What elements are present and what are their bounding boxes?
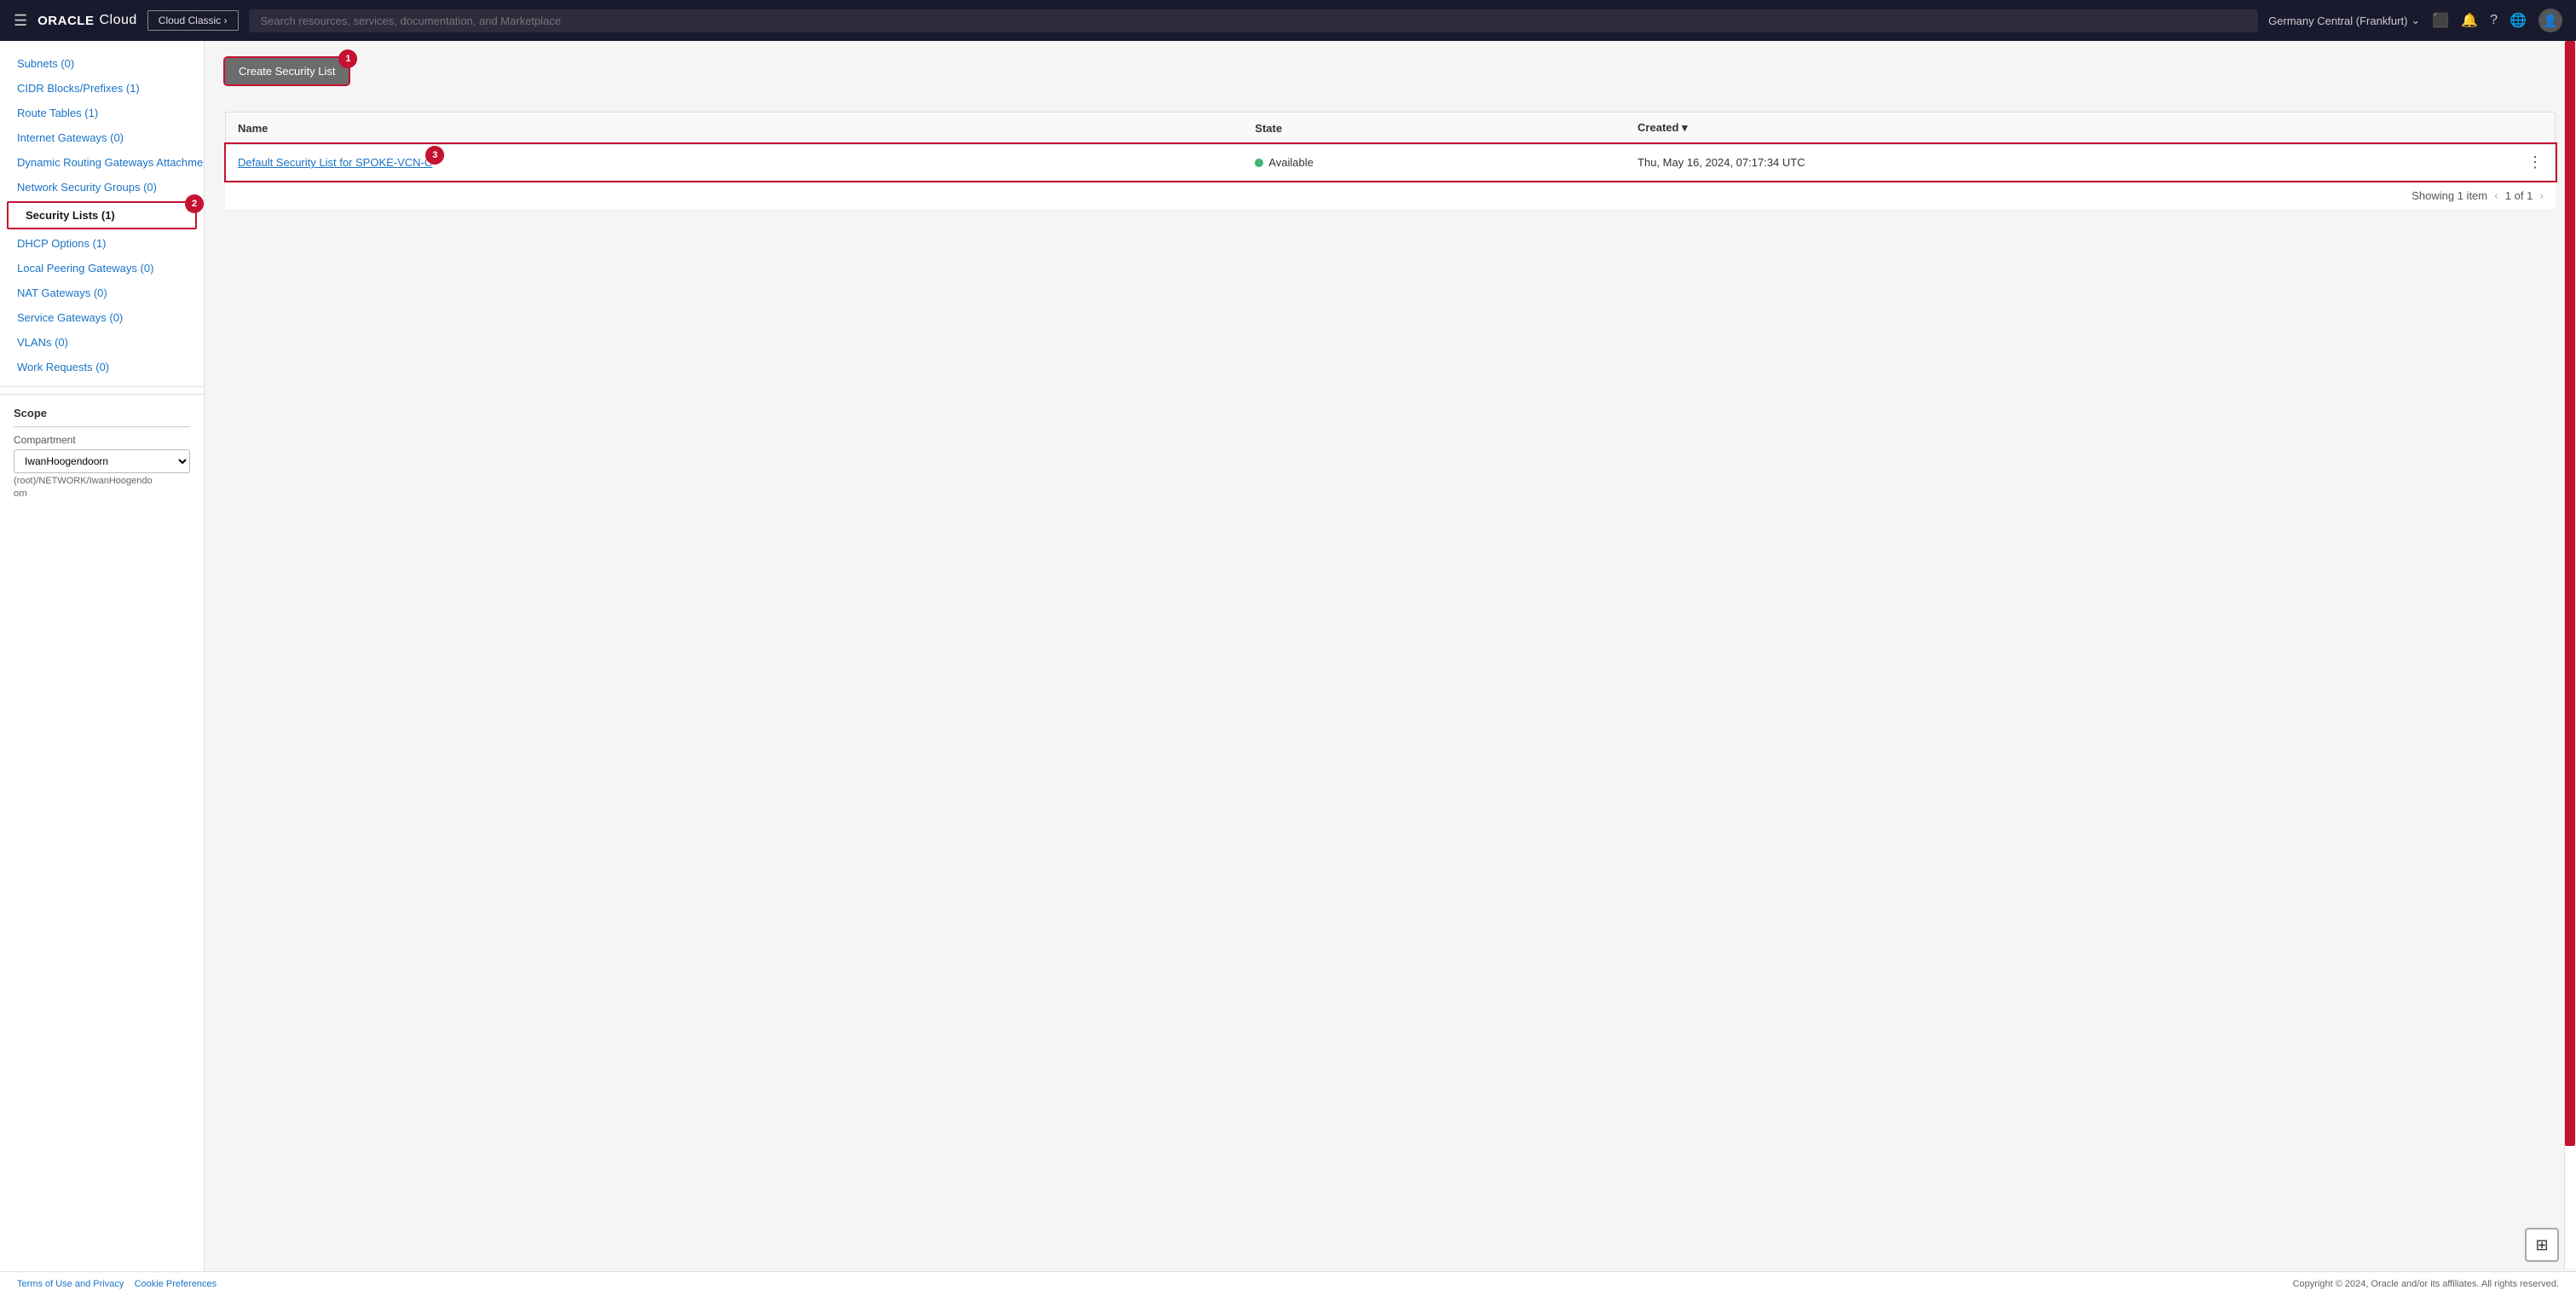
footer-left: Terms of Use and Privacy Cookie Preferen… bbox=[17, 1279, 217, 1289]
table-cell-menu: ⋮ bbox=[2515, 144, 2556, 181]
scope-title: Scope bbox=[14, 407, 190, 419]
name-column-label: Name bbox=[238, 122, 268, 135]
table-cell-created: Thu, May 16, 2024, 07:17:34 UTC bbox=[1626, 144, 2515, 181]
scrollbar-thumb bbox=[2565, 41, 2575, 1146]
sidebar-item-internet-gateways[interactable]: Internet Gateways (0) bbox=[0, 125, 204, 150]
sidebar-item-drg-attachments[interactable]: Dynamic Routing Gateways Attachments (0) bbox=[0, 150, 204, 175]
pagination: Showing 1 item ‹ 1 of 1 › bbox=[225, 181, 2556, 209]
sidebar-item-dhcp-options[interactable]: DHCP Options (1) bbox=[0, 231, 204, 256]
column-header-name: Name bbox=[226, 113, 1244, 145]
compartment-hint: (root)/NETWORK/IwanHoogendo bbox=[14, 476, 190, 486]
sidebar-item-work-requests[interactable]: Work Requests (0) bbox=[0, 355, 204, 379]
sidebar-item-service-gateways[interactable]: Service Gateways (0) bbox=[0, 305, 204, 330]
scrollbar-track[interactable] bbox=[2564, 41, 2576, 1269]
compartment-hint2: orn bbox=[14, 489, 190, 499]
scope-section: Scope Compartment IwanHoogendoorn (root)… bbox=[0, 394, 204, 511]
scope-divider bbox=[14, 426, 190, 427]
column-header-created[interactable]: Created ▾ bbox=[1626, 113, 2515, 145]
terminal-icon[interactable]: ⬛ bbox=[2432, 12, 2449, 29]
pagination-prev-button[interactable]: ‹ bbox=[2494, 188, 2498, 202]
global-search-input[interactable] bbox=[249, 9, 2259, 32]
sort-icon: ▾ bbox=[1682, 121, 1688, 134]
security-lists-table: Name State Created ▾ bbox=[225, 112, 2556, 181]
sidebar-item-local-peering-gateways[interactable]: Local Peering Gateways (0) bbox=[0, 256, 204, 281]
help-widget-icon: ⊞ bbox=[2535, 1236, 2548, 1254]
topnav: ☰ ORACLE Cloud Cloud Classic › Germany C… bbox=[0, 0, 2576, 41]
help-widget-button[interactable]: ⊞ bbox=[2525, 1228, 2559, 1262]
security-list-link[interactable]: Default Security List for SPOKE-VCN-C bbox=[238, 156, 432, 169]
sidebar-item-security-lists[interactable]: Security Lists (1) 2 bbox=[7, 201, 197, 229]
sidebar-item-security-lists-wrapper: Security Lists (1) 2 bbox=[3, 201, 200, 229]
create-security-list-button[interactable]: Create Security List bbox=[225, 58, 349, 84]
cloud-classic-button[interactable]: Cloud Classic › bbox=[147, 10, 239, 31]
pagination-next-button[interactable]: › bbox=[2539, 188, 2544, 202]
sidebar-item-vlans[interactable]: VLANs (0) bbox=[0, 330, 204, 355]
sidebar-security-lists-badge: 2 bbox=[185, 194, 204, 213]
created-column-label: Created bbox=[1637, 121, 1678, 134]
sidebar-item-security-lists-label: Security Lists (1) bbox=[26, 209, 115, 222]
create-button-wrapper: Create Security List 1 bbox=[225, 58, 349, 98]
table-header: Name State Created ▾ bbox=[226, 113, 2556, 145]
table-cell-state: Available bbox=[1243, 144, 1626, 181]
table-row: Default Security List for SPOKE-VCN-C 3 … bbox=[226, 144, 2556, 181]
compartment-select[interactable]: IwanHoogendoorn bbox=[14, 449, 190, 473]
footer: Terms of Use and Privacy Cookie Preferen… bbox=[0, 1271, 2576, 1296]
terms-link[interactable]: Terms of Use and Privacy bbox=[17, 1279, 124, 1289]
created-date: Thu, May 16, 2024, 07:17:34 UTC bbox=[1637, 156, 1805, 169]
state-column-label: State bbox=[1255, 122, 1282, 135]
main-content: Create Security List 1 Name State bbox=[205, 41, 2576, 1271]
create-button-badge: 1 bbox=[338, 49, 357, 68]
table-header-row: Name State Created ▾ bbox=[226, 113, 2556, 145]
sidebar-item-nat-gateways[interactable]: NAT Gateways (0) bbox=[0, 281, 204, 305]
sidebar-item-route-tables[interactable]: Route Tables (1) bbox=[0, 101, 204, 125]
compartment-label: Compartment bbox=[14, 434, 190, 446]
status-available: Available bbox=[1255, 156, 1614, 169]
sidebar-item-subnets[interactable]: Subnets (0) bbox=[0, 51, 204, 76]
security-lists-table-container: Name State Created ▾ bbox=[225, 112, 2556, 209]
main-layout: Subnets (0) CIDR Blocks/Prefixes (1) Rou… bbox=[0, 41, 2576, 1271]
status-label: Available bbox=[1268, 156, 1314, 169]
table-cell-name: Default Security List for SPOKE-VCN-C 3 bbox=[226, 144, 1244, 181]
hamburger-menu-icon[interactable]: ☰ bbox=[14, 12, 27, 30]
table-body: Default Security List for SPOKE-VCN-C 3 … bbox=[226, 144, 2556, 181]
column-header-actions bbox=[2515, 113, 2556, 145]
cookie-preferences-link[interactable]: Cookie Preferences bbox=[135, 1279, 217, 1289]
bell-icon[interactable]: 🔔 bbox=[2461, 12, 2478, 29]
sidebar-divider bbox=[0, 386, 204, 387]
sidebar-item-cidr-blocks[interactable]: CIDR Blocks/Prefixes (1) bbox=[0, 76, 204, 101]
help-icon[interactable]: ? bbox=[2490, 13, 2498, 28]
status-dot-available bbox=[1255, 159, 1263, 167]
globe-icon[interactable]: 🌐 bbox=[2510, 12, 2527, 29]
name-cell-wrapper: Default Security List for SPOKE-VCN-C 3 bbox=[238, 156, 432, 169]
oracle-wordmark: ORACLE bbox=[38, 14, 94, 28]
pagination-showing: Showing 1 item bbox=[2411, 189, 2487, 202]
pagination-page: 1 of 1 bbox=[2505, 189, 2533, 202]
row-context-menu[interactable]: ⋮ bbox=[2527, 153, 2543, 171]
sidebar: Subnets (0) CIDR Blocks/Prefixes (1) Rou… bbox=[0, 41, 205, 1271]
topnav-right-actions: Germany Central (Frankfurt) ⌄ ⬛ 🔔 ? 🌐 👤 bbox=[2268, 9, 2562, 32]
region-label: Germany Central (Frankfurt) bbox=[2268, 14, 2407, 27]
chevron-down-icon: ⌄ bbox=[2411, 14, 2420, 27]
sidebar-item-network-security-groups[interactable]: Network Security Groups (0) bbox=[0, 175, 204, 200]
oracle-cloud-logo: ORACLE Cloud bbox=[38, 13, 137, 28]
content-inner: Create Security List 1 Name State bbox=[205, 41, 2576, 226]
user-avatar[interactable]: 👤 bbox=[2538, 9, 2562, 32]
region-selector[interactable]: Germany Central (Frankfurt) ⌄ bbox=[2268, 14, 2420, 27]
footer-copyright: Copyright © 2024, Oracle and/or its affi… bbox=[2293, 1279, 2559, 1289]
column-header-state: State bbox=[1243, 113, 1626, 145]
cloud-wordmark: Cloud bbox=[99, 13, 136, 28]
row-name-badge: 3 bbox=[425, 146, 444, 165]
